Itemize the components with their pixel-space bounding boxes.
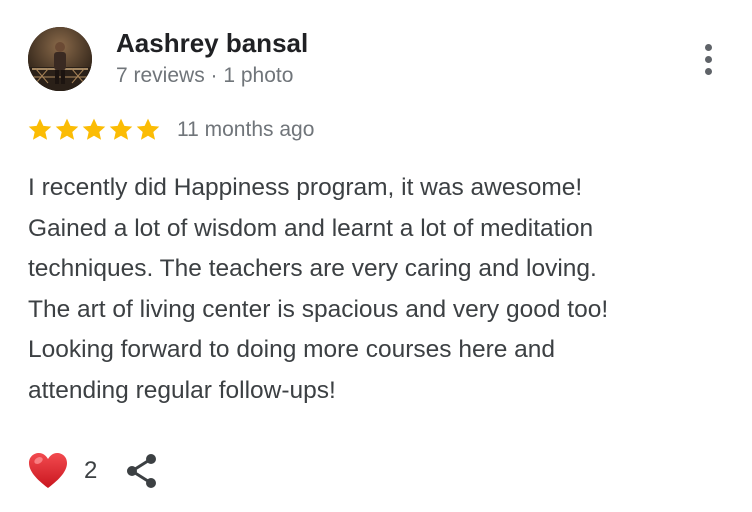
review-date: 11 months ago [177,118,315,141]
review-text-line: The art of living center is spacious and… [28,295,609,323]
more-options-button[interactable] [690,36,726,82]
star-icon [109,118,133,140]
avatar-photo [28,27,92,91]
reviewer-name[interactable]: Aashrey bansal [116,26,308,60]
rating-row: 11 months ago [27,114,314,146]
star-icon [136,118,160,140]
review-text-line: attending regular follow-ups! [28,376,336,404]
review-text-line: I recently did Happiness program, it was… [28,174,583,201]
reviewer-meta: 7 reviews · 1 photo [116,64,294,87]
heart-shape [29,453,67,488]
review-text-line: Gained a lot of wisdom and learnt a lot … [28,214,594,242]
more-vertical-icon [704,43,712,51]
review-text-line: Looking forward to doing more courses he… [28,336,556,363]
review-card: Aashrey bansal 7 reviews · 1 photo 11 mo… [0,0,752,512]
heart-icon [29,453,67,488]
review-text-line: techniques. The teachers are very caring… [28,255,597,282]
review-text: I recently did Happiness program, it was… [28,168,728,411]
share-icon [127,454,157,488]
like-count: 2 [84,457,98,484]
star-rating [27,117,161,143]
star-icon [82,118,106,140]
review-actions: 2 [28,449,159,493]
like-button[interactable]: 2 [28,452,97,490]
star-icon [28,118,52,140]
share-button[interactable] [125,453,159,489]
more-vertical-icon-dot [704,67,712,75]
avatar[interactable] [28,27,92,91]
more-vertical-icon-dot [704,55,712,63]
star-icon [55,118,79,140]
